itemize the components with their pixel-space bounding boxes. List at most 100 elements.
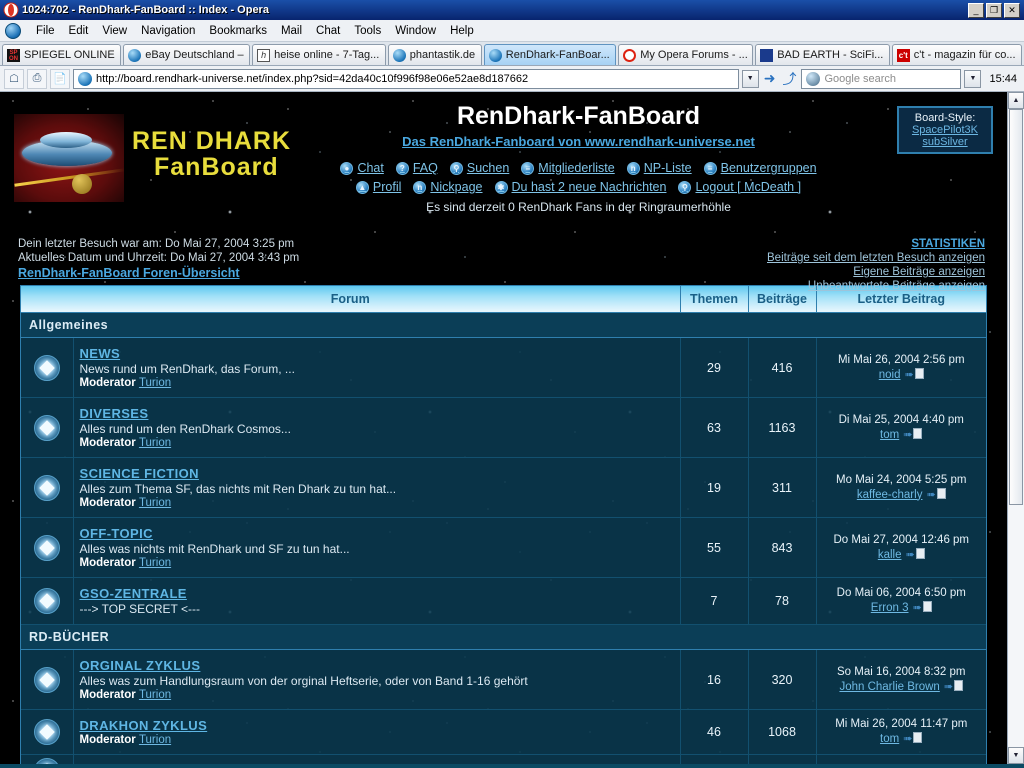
browser-tab[interactable]: My Opera Forums - ... [618, 44, 753, 65]
minimize-button[interactable]: _ [968, 3, 984, 18]
statistics-heading-link[interactable]: STATISTIKEN [767, 237, 985, 251]
reload-button[interactable]: ⤴ [780, 69, 798, 89]
opera-menu-icon[interactable] [5, 23, 21, 39]
forum-title-link[interactable]: DRAKHON ZYKLUS [80, 718, 674, 733]
table-row[interactable]: OFF-TOPIC Alles was nichts mit RenDhark … [21, 518, 986, 578]
table-row[interactable]: DRAKHON ZYKLUS Moderator Turion 46 1068 … [21, 710, 986, 755]
forum-info-cell: DRAKHON ZYKLUS Moderator Turion [73, 710, 680, 755]
url-field[interactable]: http://board.rendhark-universe.net/index… [73, 69, 739, 89]
column-header-themen[interactable]: Themen [680, 286, 748, 313]
last-post-cell: So Mai 16, 2004 8:32 pm John Charlie Bro… [816, 650, 986, 710]
forum-title-link[interactable]: SCIENCE FICTION [80, 466, 674, 481]
browser-tab-bar: SPONSPIEGEL ONLINE eBay Deutschland – hh… [0, 42, 1024, 66]
moderator-link[interactable]: Turion [139, 497, 171, 509]
board-nav-row-2: ▲Profil nNickpage ✱Du hast 2 neue Nachri… [300, 180, 857, 194]
menu-item-view[interactable]: View [95, 23, 134, 39]
browser-tab[interactable]: SPONSPIEGEL ONLINE [2, 44, 121, 65]
nav-link-mitgliederliste[interactable]: ≡Mitgliederliste [521, 161, 614, 175]
moderator-link[interactable]: Turion [139, 557, 171, 569]
table-row[interactable]: ORGINAL ZYKLUS Alles was zum Handlungsra… [21, 650, 986, 710]
forum-status-icon [34, 475, 60, 501]
vertical-scrollbar[interactable]: ▲ ▼ [1007, 92, 1024, 764]
menu-item-window[interactable]: Window [388, 23, 443, 39]
menu-item-bookmarks[interactable]: Bookmarks [202, 23, 274, 39]
browser-tab[interactable]: BAD EARTH - SciFi... [755, 44, 890, 65]
board-style-option-subsilver[interactable]: subSilver [901, 136, 989, 148]
search-field[interactable]: Google search [801, 69, 961, 89]
forum-title-link[interactable]: ORGINAL ZYKLUS [80, 658, 674, 673]
category-title[interactable]: Allgemeines [21, 313, 986, 338]
goto-last-post-icon[interactable]: ➠ [905, 368, 924, 383]
goto-last-post-icon[interactable]: ➠ [913, 601, 932, 616]
browser-tab-active[interactable]: RenDhark-FanBoar... [484, 44, 616, 65]
goto-last-post-icon[interactable]: ➠ [944, 680, 963, 695]
last-post-author-link[interactable]: Erron 3 [871, 602, 909, 614]
scrollbar-track[interactable] [1008, 109, 1024, 747]
nav-link-logout[interactable]: ⚲Logout [ McDeath ] [678, 180, 801, 194]
nav-link-nickpage[interactable]: nNickpage [413, 180, 482, 194]
print-icon[interactable]: ⎙ [27, 69, 47, 89]
forum-title-link[interactable]: NEWS [80, 346, 674, 361]
nav-link-benutzergruppen[interactable]: ≡Benutzergruppen [704, 161, 817, 175]
last-post-author-link[interactable]: kalle [878, 549, 902, 561]
last-post-author-link[interactable]: tom [880, 733, 899, 745]
url-dropdown-button[interactable]: ▼ [742, 70, 759, 88]
stats-link-unanswered[interactable]: Unbeantwortete Beiträge anzeigen [767, 279, 985, 293]
search-engine-dropdown[interactable]: ▼ [964, 70, 981, 88]
stats-link-since-last-visit[interactable]: Beiträge seit dem letzten Besuch anzeige… [767, 251, 985, 265]
menu-item-mail[interactable]: Mail [274, 23, 309, 39]
home-icon[interactable]: ☖ [4, 69, 24, 89]
moderator-link[interactable]: Turion [139, 734, 171, 746]
last-post-author-link[interactable]: tom [880, 429, 899, 441]
scrollbar-thumb[interactable] [1009, 109, 1023, 505]
table-row[interactable]: RITWAR ZYKLUS [21, 755, 986, 765]
goto-last-post-icon[interactable]: ➠ [926, 488, 945, 503]
table-row[interactable]: SCIENCE FICTION Alles zum Thema SF, das … [21, 458, 986, 518]
table-row[interactable]: NEWS News rund um RenDhark, das Forum, .… [21, 338, 986, 398]
forum-title-link[interactable]: OFF-TOPIC [80, 526, 674, 541]
menu-item-file[interactable]: File [29, 23, 62, 39]
nav-link-faq[interactable]: ?FAQ [396, 161, 438, 175]
browser-tab[interactable]: phantastik.de [388, 44, 482, 65]
goto-last-post-icon[interactable]: ➠ [903, 732, 922, 747]
go-button[interactable]: ➜ [762, 70, 778, 87]
forum-title-link[interactable]: RITWAR ZYKLUS [80, 763, 674, 764]
forum-title-link[interactable]: GSO-ZENTRALE [80, 586, 674, 601]
browser-tab[interactable]: c'tc't - magazin für co... [892, 44, 1022, 65]
table-row[interactable]: DIVERSES Alles rund um den RenDhark Cosm… [21, 398, 986, 458]
nav-link-suchen[interactable]: ⚲Suchen [450, 161, 509, 175]
page-source-icon[interactable]: 📄 [50, 69, 70, 89]
scroll-up-button[interactable]: ▲ [1008, 92, 1024, 109]
stats-link-own-posts[interactable]: Eigene Beiträge anzeigen [767, 265, 985, 279]
last-post-author-link[interactable]: kaffee-charly [857, 489, 923, 501]
close-button[interactable]: ✕ [1004, 3, 1020, 18]
nav-link-profil[interactable]: ▲Profil [356, 180, 401, 194]
nav-link-np-liste[interactable]: nNP-Liste [627, 161, 692, 175]
category-title[interactable]: RD-BÜCHER [21, 625, 986, 650]
last-post-author-link[interactable]: John Charlie Brown [839, 681, 939, 693]
menu-item-help[interactable]: Help [443, 23, 481, 39]
nav-link-chat[interactable]: ●Chat [340, 161, 383, 175]
rendhark-logo-image[interactable] [14, 114, 124, 202]
goto-last-post-icon[interactable]: ➠ [905, 548, 924, 563]
menu-item-edit[interactable]: Edit [62, 23, 96, 39]
breadcrumb[interactable]: RenDhark-FanBoard Foren-Übersicht [18, 266, 299, 280]
scroll-down-button[interactable]: ▼ [1008, 747, 1024, 764]
board-style-option-spacepilot3k[interactable]: SpacePilot3K [901, 124, 989, 136]
menu-item-navigation[interactable]: Navigation [134, 23, 202, 39]
browser-tab[interactable]: hheise online - 7-Tag... [252, 44, 386, 65]
forum-title-link[interactable]: DIVERSES [80, 406, 674, 421]
moderator-link[interactable]: Turion [139, 377, 171, 389]
nav-link-neue-nachrichten[interactable]: ✱Du hast 2 neue Nachrichten [495, 180, 667, 194]
column-header-forum[interactable]: Forum [21, 286, 680, 313]
table-row[interactable]: GSO-ZENTRALE ---> TOP SECRET <--- 7 78 D… [21, 578, 986, 625]
menu-item-chat[interactable]: Chat [309, 23, 347, 39]
restore-button[interactable]: ❐ [986, 3, 1002, 18]
browser-tab[interactable]: eBay Deutschland – [123, 44, 250, 65]
last-post-author-link[interactable]: noid [879, 369, 901, 381]
moderator-link[interactable]: Turion [139, 689, 171, 701]
moderator-link[interactable]: Turion [139, 437, 171, 449]
menu-item-tools[interactable]: Tools [347, 23, 388, 39]
goto-last-post-icon[interactable]: ➠ [903, 428, 922, 443]
board-subtitle-link[interactable]: Das RenDhark-Fanboard von www.rendhark-u… [300, 134, 857, 149]
